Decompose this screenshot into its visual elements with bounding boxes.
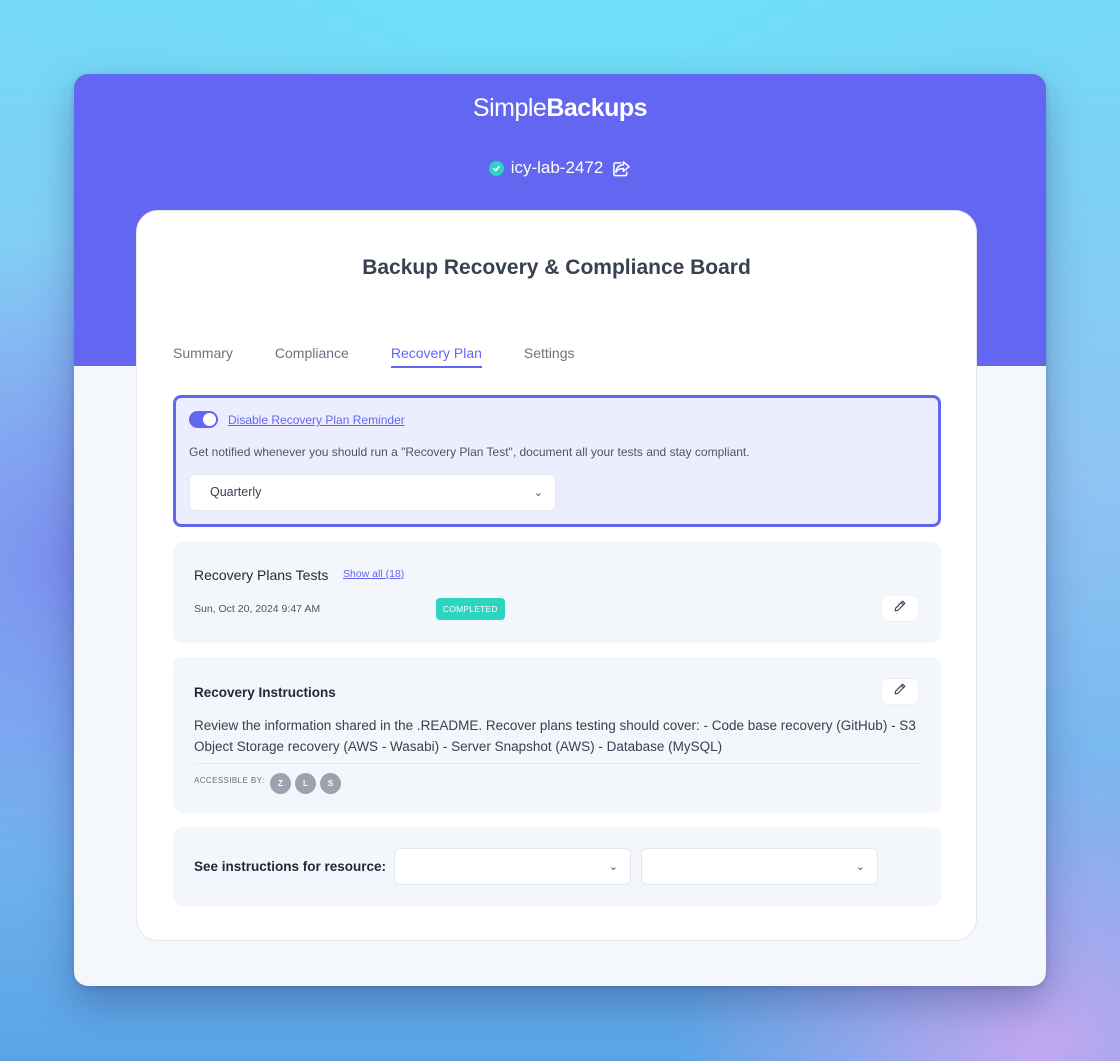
instructions-text: Review the information shared in the .RE… [194, 718, 916, 754]
avatar-group: Z L S [270, 773, 341, 794]
tests-title: Recovery Plans Tests [194, 567, 329, 583]
chevron-down-icon: ⌄ [608, 861, 618, 873]
share-icon[interactable] [612, 160, 631, 177]
recovery-instructions-panel: Recovery Instructions Review the informa… [173, 657, 941, 813]
tab-settings[interactable]: Settings [524, 345, 575, 368]
instructions-title: Recovery Instructions [194, 685, 336, 700]
chevron-down-icon: ⌄ [533, 487, 543, 499]
tab-bar: Summary Compliance Recovery Plan Setting… [173, 345, 616, 368]
resource-instructions-panel: See instructions for resource: ⌄ ⌄ [173, 827, 941, 906]
project-header: icy-lab-2472 [74, 158, 1046, 178]
edit-instructions-button[interactable] [881, 678, 919, 705]
logo-text-bold: Backups [546, 94, 648, 122]
status-badge: COMPLETED [436, 598, 505, 620]
frequency-select[interactable]: Quarterly ⌄ [189, 474, 556, 511]
reminder-toggle[interactable] [189, 411, 218, 428]
avatar[interactable]: L [295, 773, 316, 794]
frequency-value: Quarterly [210, 485, 262, 499]
logo-text-light: Simple [472, 94, 547, 122]
pencil-icon [893, 682, 907, 701]
recovery-tests-panel: Recovery Plans Tests Show all (18) Sun, … [173, 542, 941, 643]
accessible-by-label: ACCESSIBLE BY: [194, 776, 265, 785]
edit-test-button[interactable] [881, 595, 919, 622]
divider [194, 763, 920, 764]
resource-type-select[interactable]: ⌄ [394, 848, 631, 885]
test-date: Sun, Oct 20, 2024 9:47 AM [194, 603, 321, 615]
tab-recovery-plan[interactable]: Recovery Plan [390, 345, 482, 368]
reminder-panel: Disable Recovery Plan Reminder Get notif… [173, 395, 941, 527]
simplebackups-logo[interactable]: SimpleBackups [74, 94, 1046, 123]
avatar[interactable]: Z [270, 773, 291, 794]
chevron-down-icon: ⌄ [855, 861, 865, 873]
resource-item-select[interactable]: ⌄ [641, 848, 878, 885]
project-name: icy-lab-2472 [510, 158, 604, 177]
pencil-icon [893, 599, 907, 618]
tab-compliance[interactable]: Compliance [275, 345, 349, 368]
app-window: SimpleBackups icy-lab-2472 Backup Recove… [74, 74, 1046, 986]
check-circle-icon [488, 160, 504, 176]
disable-reminder-link[interactable]: Disable Recovery Plan Reminder [228, 413, 405, 427]
resource-label: See instructions for resource: [194, 859, 387, 874]
show-all-link[interactable]: Show all (18) [343, 568, 404, 580]
reminder-description: Get notified whenever you should run a "… [189, 445, 750, 459]
tab-summary[interactable]: Summary [173, 345, 233, 368]
board-card: Backup Recovery & Compliance Board Summa… [136, 210, 977, 941]
page-title: Backup Recovery & Compliance Board [362, 256, 751, 279]
avatar[interactable]: S [320, 773, 341, 794]
